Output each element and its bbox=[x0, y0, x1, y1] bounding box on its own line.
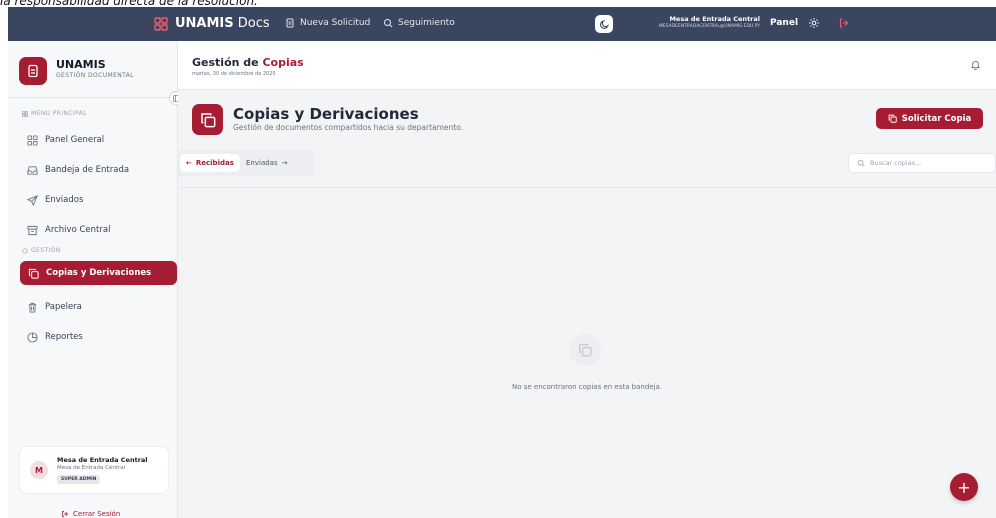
new-request-link[interactable]: Nueva Solicitud bbox=[285, 18, 370, 28]
archive-icon bbox=[27, 225, 38, 235]
user-subtitle: Mesa de Entrada Central bbox=[57, 465, 126, 471]
request-copy-button[interactable]: Solicitar Copia bbox=[876, 108, 983, 129]
page-icon bbox=[192, 104, 223, 135]
tab-received[interactable]: ← Recibidas bbox=[180, 154, 240, 172]
navbar-user-info: Mesa de Entrada Central MESADEENTRADACEN… bbox=[658, 15, 760, 29]
gear-icon[interactable] bbox=[808, 17, 820, 29]
sidebar-item-enviados[interactable]: Enviados bbox=[19, 188, 169, 212]
user-name: Mesa de Entrada Central bbox=[57, 456, 148, 464]
avatar: M bbox=[30, 461, 48, 479]
sidebar-item-panel-general[interactable]: Panel General bbox=[19, 128, 169, 152]
search-icon bbox=[857, 159, 865, 167]
empty-state-message: No se encontraron copias en esta bandeja… bbox=[511, 383, 663, 391]
logo-title: UNAMIS bbox=[56, 58, 106, 71]
tracking-link[interactable]: Seguimiento bbox=[383, 18, 455, 28]
logout-button[interactable]: Cerrar Sesión bbox=[61, 510, 120, 518]
moon-icon bbox=[599, 19, 609, 29]
main-header: Gestión de Copias martes, 30 de diciembr… bbox=[178, 41, 996, 90]
sidebar-item-papelera[interactable]: Papelera bbox=[19, 295, 169, 319]
theme-toggle-button[interactable] bbox=[595, 15, 613, 33]
arrow-left-icon: ← bbox=[186, 159, 192, 167]
page-title: Copias y Derivaciones bbox=[233, 105, 419, 123]
gear-small-icon bbox=[22, 247, 28, 254]
document-logo-icon bbox=[28, 64, 38, 78]
section-gestion: GESTIÓN bbox=[22, 247, 61, 254]
brand-title[interactable]: UNAMIS Docs bbox=[175, 16, 270, 31]
header-date: martes, 30 de diciembre de 2025 bbox=[192, 71, 276, 77]
send-icon bbox=[27, 194, 38, 206]
sidebar-item-reportes[interactable]: Reportes bbox=[19, 325, 169, 349]
role-badge: SUPER ADMIN bbox=[57, 475, 101, 484]
page-subtitle: Gestión de documentos compartidos hacia … bbox=[233, 123, 464, 132]
sidebar: UNAMIS GESTIÓN DOCUMENTAL MENU PRINCIPAL… bbox=[8, 41, 183, 518]
header-title: Gestión de Copias bbox=[192, 56, 304, 69]
main-content: Copias y Derivaciones Gestión de documen… bbox=[178, 90, 996, 518]
arrow-right-icon: → bbox=[281, 159, 288, 167]
section-main-menu: MENU PRINCIPAL bbox=[22, 110, 87, 117]
inbox-icon bbox=[27, 165, 38, 175]
pie-chart-icon bbox=[27, 331, 38, 343]
document-icon bbox=[286, 18, 294, 28]
top-navbar: UNAMIS Docs Nueva Solicitud Seguimiento … bbox=[8, 7, 996, 41]
grid-icon[interactable] bbox=[153, 16, 169, 32]
grid-small-icon bbox=[22, 110, 28, 117]
grid-icon bbox=[27, 134, 38, 146]
search-icon bbox=[384, 19, 393, 28]
copy-icon bbox=[28, 268, 39, 279]
bell-icon[interactable] bbox=[970, 59, 981, 70]
sidebar-item-archivo-central[interactable]: Archivo Central bbox=[19, 218, 169, 242]
copy-icon bbox=[200, 112, 215, 127]
logout-icon[interactable] bbox=[838, 17, 850, 29]
tab-sent[interactable]: Enviadas → bbox=[240, 154, 294, 172]
copy-icon bbox=[888, 114, 897, 123]
panel-link[interactable]: Panel bbox=[770, 18, 798, 28]
trash-icon bbox=[28, 302, 37, 313]
copy-icon bbox=[579, 344, 592, 357]
search-box bbox=[848, 153, 996, 173]
empty-state-icon bbox=[569, 334, 601, 366]
sidebar-divider bbox=[8, 97, 178, 98]
logo-subtitle: GESTIÓN DOCUMENTAL bbox=[56, 72, 135, 79]
logo bbox=[19, 57, 47, 85]
logout-icon bbox=[62, 510, 68, 518]
add-fab-button[interactable]: + bbox=[950, 473, 978, 501]
sidebar-item-bandeja-entrada[interactable]: Bandeja de Entrada bbox=[19, 158, 169, 182]
tab-group: ← Recibidas Enviadas → bbox=[178, 150, 314, 176]
user-card: M Mesa de Entrada Central Mesa de Entrad… bbox=[19, 446, 169, 494]
search-input[interactable] bbox=[870, 159, 990, 167]
sidebar-item-copias-derivaciones[interactable]: Copias y Derivaciones bbox=[20, 261, 177, 285]
tabs-bar: ← Recibidas Enviadas → bbox=[178, 150, 996, 188]
